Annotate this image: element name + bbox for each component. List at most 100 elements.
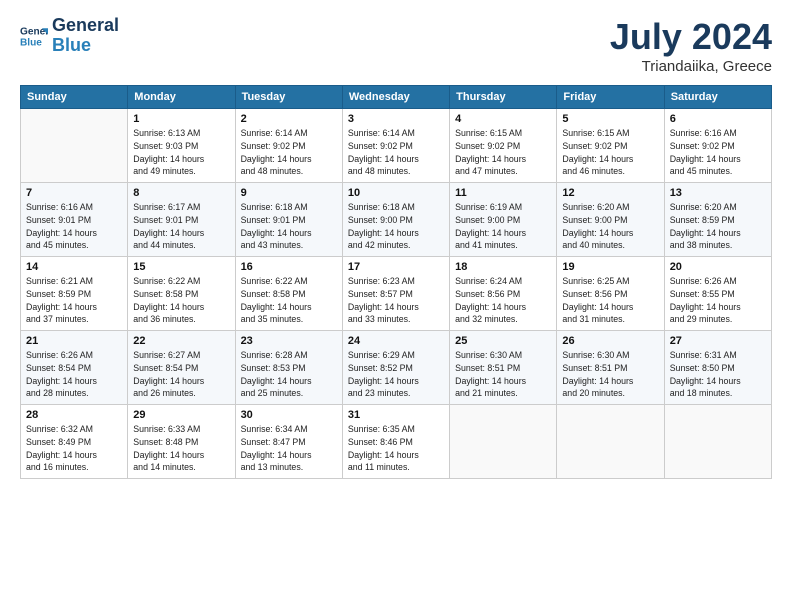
day-info: Sunrise: 6:35 AM Sunset: 8:46 PM Dayligh… xyxy=(348,423,444,474)
col-header-saturday: Saturday xyxy=(664,86,771,109)
day-number: 1 xyxy=(133,113,229,125)
day-number: 26 xyxy=(562,335,658,347)
calendar-cell: 3 Sunrise: 6:14 AM Sunset: 9:02 PM Daylig… xyxy=(342,109,449,183)
day-number: 5 xyxy=(562,113,658,125)
calendar-cell: 31 Sunrise: 6:35 AM Sunset: 8:46 PM Dayli… xyxy=(342,405,449,479)
day-info: Sunrise: 6:30 AM Sunset: 8:51 PM Dayligh… xyxy=(562,349,658,400)
logo-text: GeneralBlue xyxy=(52,16,119,56)
calendar-cell: 9Sunrise: 6:18 AM Sunset: 9:01 PM Daylig… xyxy=(235,183,342,257)
svg-text:General: General xyxy=(20,26,48,37)
calendar-cell: 1Sunrise: 6:13 AM Sunset: 9:03 PM Daylig… xyxy=(128,109,235,183)
day-number: 19 xyxy=(562,261,658,273)
day-info: Sunrise: 6:22 AM Sunset: 8:58 PM Dayligh… xyxy=(241,275,337,326)
calendar-cell: 12Sunrise: 6:20 AM Sunset: 9:00 PM Dayli… xyxy=(557,183,664,257)
day-number: 31 xyxy=(348,409,444,421)
calendar-cell xyxy=(450,405,557,479)
calendar-cell: 4Sunrise: 6:15 AM Sunset: 9:02 PM Daylig… xyxy=(450,109,557,183)
month-title: July 2024 xyxy=(610,16,772,58)
day-number: 13 xyxy=(670,187,766,199)
calendar-cell: 24Sunrise: 6:29 AM Sunset: 8:52 PM Dayli… xyxy=(342,331,449,405)
calendar-cell: 20 Sunrise: 6:26 AM Sunset: 8:55 PM Dayli… xyxy=(664,257,771,331)
calendar-cell: 11 Sunrise: 6:19 AM Sunset: 9:00 PM Dayli… xyxy=(450,183,557,257)
calendar-cell: 21 Sunrise: 6:26 AM Sunset: 8:54 PM Dayli… xyxy=(21,331,128,405)
day-number: 22 xyxy=(133,335,229,347)
day-info: Sunrise: 6:16 AM Sunset: 9:01 PM Dayligh… xyxy=(26,201,122,252)
calendar-cell xyxy=(557,405,664,479)
day-number: 29 xyxy=(133,409,229,421)
day-info: Sunrise: 6:26 AM Sunset: 8:55 PM Dayligh… xyxy=(670,275,766,326)
day-info: Sunrise: 6:17 AM Sunset: 9:01 PM Dayligh… xyxy=(133,201,229,252)
col-header-thursday: Thursday xyxy=(450,86,557,109)
day-number: 24 xyxy=(348,335,444,347)
day-info: Sunrise: 6:30 AM Sunset: 8:51 PM Dayligh… xyxy=(455,349,551,400)
day-number: 9 xyxy=(241,187,337,199)
calendar-cell: 28Sunrise: 6:32 AM Sunset: 8:49 PM Dayli… xyxy=(21,405,128,479)
calendar-cell: 15 Sunrise: 6:22 AM Sunset: 8:58 PM Dayli… xyxy=(128,257,235,331)
week-row-3: 21 Sunrise: 6:26 AM Sunset: 8:54 PM Dayli… xyxy=(21,331,772,405)
calendar-header-row: SundayMondayTuesdayWednesdayThursdayFrid… xyxy=(21,86,772,109)
day-info: Sunrise: 6:23 AM Sunset: 8:57 PM Dayligh… xyxy=(348,275,444,326)
day-info: Sunrise: 6:18 AM Sunset: 9:00 PM Dayligh… xyxy=(348,201,444,252)
calendar-cell: 13 Sunrise: 6:20 AM Sunset: 8:59 PM Dayli… xyxy=(664,183,771,257)
day-info: Sunrise: 6:24 AM Sunset: 8:56 PM Dayligh… xyxy=(455,275,551,326)
day-info: Sunrise: 6:19 AM Sunset: 9:00 PM Dayligh… xyxy=(455,201,551,252)
day-number: 2 xyxy=(241,113,337,125)
day-number: 6 xyxy=(670,113,766,125)
day-number: 21 xyxy=(26,335,122,347)
day-number: 11 xyxy=(455,187,551,199)
calendar-table: SundayMondayTuesdayWednesdayThursdayFrid… xyxy=(20,85,772,479)
day-info: Sunrise: 6:20 AM Sunset: 8:59 PM Dayligh… xyxy=(670,201,766,252)
col-header-friday: Friday xyxy=(557,86,664,109)
day-info: Sunrise: 6:16 AM Sunset: 9:02 PM Dayligh… xyxy=(670,127,766,178)
calendar-cell xyxy=(664,405,771,479)
col-header-sunday: Sunday xyxy=(21,86,128,109)
title-block: July 2024 Triandaiika, Greece xyxy=(610,16,772,75)
day-info: Sunrise: 6:34 AM Sunset: 8:47 PM Dayligh… xyxy=(241,423,337,474)
calendar-cell: 26 Sunrise: 6:30 AM Sunset: 8:51 PM Dayli… xyxy=(557,331,664,405)
calendar-cell: 5 Sunrise: 6:15 AM Sunset: 9:02 PM Daylig… xyxy=(557,109,664,183)
day-number: 10 xyxy=(348,187,444,199)
day-number: 4 xyxy=(455,113,551,125)
day-number: 27 xyxy=(670,335,766,347)
col-header-monday: Monday xyxy=(128,86,235,109)
day-number: 20 xyxy=(670,261,766,273)
header: General Blue GeneralBlue July 2024 Trian… xyxy=(20,16,772,75)
day-info: Sunrise: 6:26 AM Sunset: 8:54 PM Dayligh… xyxy=(26,349,122,400)
page: General Blue GeneralBlue July 2024 Trian… xyxy=(0,0,792,612)
calendar-cell: 25 Sunrise: 6:30 AM Sunset: 8:51 PM Dayli… xyxy=(450,331,557,405)
calendar-cell: 23 Sunrise: 6:28 AM Sunset: 8:53 PM Dayli… xyxy=(235,331,342,405)
calendar-cell: 16 Sunrise: 6:22 AM Sunset: 8:58 PM Dayli… xyxy=(235,257,342,331)
week-row-0: 1Sunrise: 6:13 AM Sunset: 9:03 PM Daylig… xyxy=(21,109,772,183)
calendar-cell: 7 Sunrise: 6:16 AM Sunset: 9:01 PM Daylig… xyxy=(21,183,128,257)
day-info: Sunrise: 6:15 AM Sunset: 9:02 PM Dayligh… xyxy=(562,127,658,178)
svg-text:Blue: Blue xyxy=(20,37,42,48)
day-number: 17 xyxy=(348,261,444,273)
week-row-4: 28Sunrise: 6:32 AM Sunset: 8:49 PM Dayli… xyxy=(21,405,772,479)
day-info: Sunrise: 6:22 AM Sunset: 8:58 PM Dayligh… xyxy=(133,275,229,326)
day-number: 16 xyxy=(241,261,337,273)
day-number: 15 xyxy=(133,261,229,273)
day-info: Sunrise: 6:27 AM Sunset: 8:54 PM Dayligh… xyxy=(133,349,229,400)
calendar-cell: 8Sunrise: 6:17 AM Sunset: 9:01 PM Daylig… xyxy=(128,183,235,257)
day-number: 28 xyxy=(26,409,122,421)
calendar-cell: 29 Sunrise: 6:33 AM Sunset: 8:48 PM Dayli… xyxy=(128,405,235,479)
calendar-cell: 19Sunrise: 6:25 AM Sunset: 8:56 PM Dayli… xyxy=(557,257,664,331)
day-number: 23 xyxy=(241,335,337,347)
day-info: Sunrise: 6:33 AM Sunset: 8:48 PM Dayligh… xyxy=(133,423,229,474)
calendar-cell: 17 Sunrise: 6:23 AM Sunset: 8:57 PM Dayli… xyxy=(342,257,449,331)
week-row-1: 7 Sunrise: 6:16 AM Sunset: 9:01 PM Daylig… xyxy=(21,183,772,257)
day-info: Sunrise: 6:14 AM Sunset: 9:02 PM Dayligh… xyxy=(348,127,444,178)
day-number: 3 xyxy=(348,113,444,125)
day-number: 14 xyxy=(26,261,122,273)
day-info: Sunrise: 6:28 AM Sunset: 8:53 PM Dayligh… xyxy=(241,349,337,400)
calendar-cell: 22 Sunrise: 6:27 AM Sunset: 8:54 PM Dayli… xyxy=(128,331,235,405)
day-number: 7 xyxy=(26,187,122,199)
day-number: 25 xyxy=(455,335,551,347)
day-info: Sunrise: 6:20 AM Sunset: 9:00 PM Dayligh… xyxy=(562,201,658,252)
calendar-cell: 18Sunrise: 6:24 AM Sunset: 8:56 PM Dayli… xyxy=(450,257,557,331)
calendar-cell: 14Sunrise: 6:21 AM Sunset: 8:59 PM Dayli… xyxy=(21,257,128,331)
logo: General Blue GeneralBlue xyxy=(20,16,119,56)
col-header-tuesday: Tuesday xyxy=(235,86,342,109)
calendar-cell: 30Sunrise: 6:34 AM Sunset: 8:47 PM Dayli… xyxy=(235,405,342,479)
calendar-cell: 6 Sunrise: 6:16 AM Sunset: 9:02 PM Daylig… xyxy=(664,109,771,183)
